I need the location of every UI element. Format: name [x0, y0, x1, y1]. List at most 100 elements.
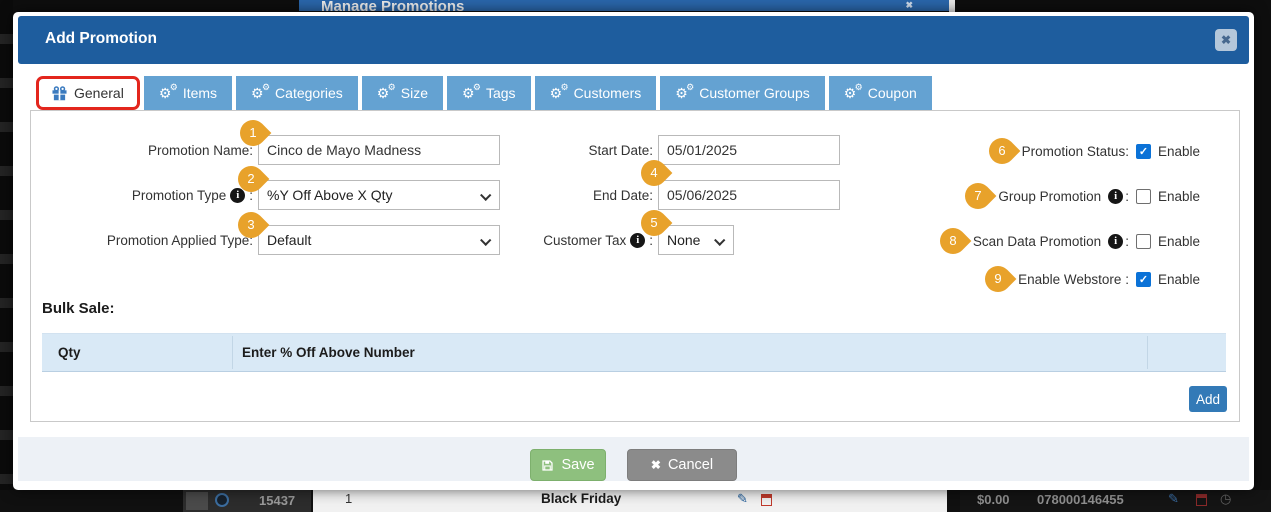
start-date-input[interactable]	[658, 135, 840, 165]
background-modal-edge	[949, 0, 955, 12]
end-date-label: End Date:	[592, 187, 653, 203]
modal-close-button[interactable]: ✖	[1215, 29, 1237, 51]
gears-icon: ⚙ ⚙	[461, 82, 481, 101]
background-table-row: 15437 1 Black Friday ✎ $0.00 07800014645…	[0, 490, 1271, 512]
background-status-icon	[215, 493, 229, 507]
tab-label: Tags	[485, 85, 516, 101]
background-row-col1: 1	[345, 491, 353, 506]
annotation-marker-9: 9	[979, 260, 1017, 298]
scan-data-promotion-row: 8 Scan Data Promotion i : Enable	[934, 222, 1200, 260]
tab-label: Items	[182, 85, 218, 101]
column-divider	[1147, 336, 1148, 369]
calendar-icon[interactable]	[761, 494, 772, 506]
gears-icon: ⚙ ⚙	[376, 82, 396, 101]
annotation-marker-3: 3	[232, 206, 270, 244]
tab-label: Customer Groups	[699, 85, 810, 101]
customer-tax-label: Customer Tax i :	[543, 232, 653, 248]
tab-tags[interactable]: ⚙ ⚙ Tags	[446, 76, 531, 110]
history-clock-icon[interactable]: ◷	[1220, 491, 1231, 507]
gears-icon: ⚙ ⚙	[549, 82, 569, 101]
tab-label: Customers	[573, 85, 642, 101]
enable-webstore-label: Enable Webstore :	[1018, 271, 1129, 287]
info-icon[interactable]: i	[1108, 233, 1124, 249]
tab-customers[interactable]: ⚙ ⚙ Customers	[534, 76, 657, 110]
column-divider	[232, 336, 233, 369]
annotation-marker-4: 4	[635, 154, 673, 192]
modal-header: Add Promotion ✖	[18, 16, 1249, 64]
gears-icon: ⚙ ⚙	[158, 82, 178, 101]
tab-customer-groups[interactable]: ⚙ ⚙ Customer Groups	[660, 76, 825, 110]
enable-label: Enable	[1157, 233, 1200, 249]
promotion-status-checkbox[interactable]: ✓	[1135, 143, 1151, 159]
promotion-name-row: Promotion Name:	[40, 135, 500, 165]
tab-categories[interactable]: ⚙ ⚙ Categories	[236, 76, 358, 110]
bulk-qty-column-header: Qty	[58, 345, 81, 360]
tab-bar: General ⚙ ⚙ Items ⚙ ⚙ Categories ⚙ ⚙ Size ⚙…	[36, 76, 932, 110]
promotion-status-row: 6 Promotion Status: ✓ Enable	[983, 132, 1200, 170]
info-icon[interactable]: i	[1108, 188, 1124, 204]
bulk-sale-table-header: Qty Enter % Off Above Number	[42, 333, 1226, 372]
group-promotion-label: Group Promotion	[998, 188, 1102, 204]
colon: :	[1125, 188, 1129, 204]
edit-pencil-icon[interactable]: ✎	[1168, 491, 1179, 507]
bulk-sale-title: Bulk Sale:	[42, 300, 115, 317]
tab-label: Size	[400, 85, 428, 101]
modal-footer: Save ✖ Cancel	[18, 437, 1249, 481]
annotation-marker-2: 2	[232, 160, 270, 198]
save-button[interactable]: Save	[530, 449, 606, 481]
end-date-input[interactable]	[658, 180, 840, 210]
start-date-label: Start Date:	[588, 142, 653, 158]
background-page-title: Manage Promotions	[321, 0, 465, 11]
promotion-applied-type-select[interactable]: Default	[258, 225, 500, 255]
background-row-upc: 078000146455	[1037, 492, 1124, 507]
promotion-type-row: Promotion Type i : %Y Off Above X Qty	[40, 180, 500, 210]
background-row-checkbox[interactable]	[186, 492, 208, 510]
tab-size[interactable]: ⚙ ⚙ Size	[361, 76, 443, 110]
background-row-name: Black Friday	[541, 491, 622, 506]
gears-icon: ⚙ ⚙	[251, 82, 271, 101]
tab-label: General	[74, 85, 124, 101]
cancel-button[interactable]: ✖ Cancel	[627, 449, 737, 481]
promotion-name-input[interactable]	[258, 135, 500, 165]
background-row-middle-cells: 1 Black Friday ✎	[313, 490, 947, 512]
check-icon: ✓	[1138, 273, 1149, 286]
promotion-name-label: Promotion Name:	[147, 142, 253, 158]
save-floppy-icon	[542, 459, 554, 471]
annotation-marker-1: 1	[234, 114, 272, 152]
bulk-add-button[interactable]: Add	[1189, 386, 1227, 412]
background-row-right-cells: $0.00 078000146455 ✎ ◷	[960, 490, 1271, 512]
tab-label: Coupon	[867, 85, 917, 101]
background-close-icon[interactable]: ✖	[905, 0, 913, 11]
background-manage-promotions-header: Manage Promotions ✖	[299, 0, 949, 11]
enable-label: Enable	[1157, 188, 1200, 204]
chevron-down-icon	[714, 234, 726, 246]
scan-data-promotion-checkbox[interactable]	[1135, 233, 1151, 249]
delete-calendar-icon[interactable]	[1196, 494, 1207, 506]
group-promotion-checkbox[interactable]	[1135, 188, 1151, 204]
gears-icon: ⚙ ⚙	[843, 82, 863, 101]
background-row-left-cells: 15437	[183, 490, 311, 512]
cancel-x-icon: ✖	[650, 458, 661, 472]
promotion-type-select[interactable]: %Y Off Above X Qty	[258, 180, 500, 210]
tab-coupon[interactable]: ⚙ ⚙ Coupon	[828, 76, 932, 110]
enable-webstore-checkbox[interactable]: ✓	[1135, 271, 1151, 287]
group-promotion-row: 7 Group Promotion i : Enable	[959, 177, 1200, 215]
customer-tax-select[interactable]: None	[658, 225, 734, 255]
customer-tax-row: Customer Tax i : None	[473, 225, 734, 255]
gears-icon: ⚙ ⚙	[675, 82, 695, 101]
gift-icon	[52, 85, 67, 100]
background-row-id: 15437	[259, 493, 296, 508]
promotion-applied-type-label: Promotion Applied Type:	[106, 232, 253, 248]
edit-pencil-icon[interactable]: ✎	[737, 491, 748, 507]
tab-general[interactable]: General	[36, 76, 140, 110]
promotion-status-label: Promotion Status:	[1021, 143, 1129, 159]
annotation-marker-6: 6	[983, 132, 1021, 170]
annotation-marker-7: 7	[959, 177, 997, 215]
promotion-type-label: Promotion Type i :	[131, 187, 253, 203]
background-row-price: $0.00	[977, 492, 1010, 507]
annotation-marker-8: 8	[934, 222, 972, 260]
save-label: Save	[561, 457, 595, 473]
tab-label: Categories	[275, 85, 343, 101]
enable-label: Enable	[1157, 143, 1200, 159]
tab-items[interactable]: ⚙ ⚙ Items	[143, 76, 233, 110]
